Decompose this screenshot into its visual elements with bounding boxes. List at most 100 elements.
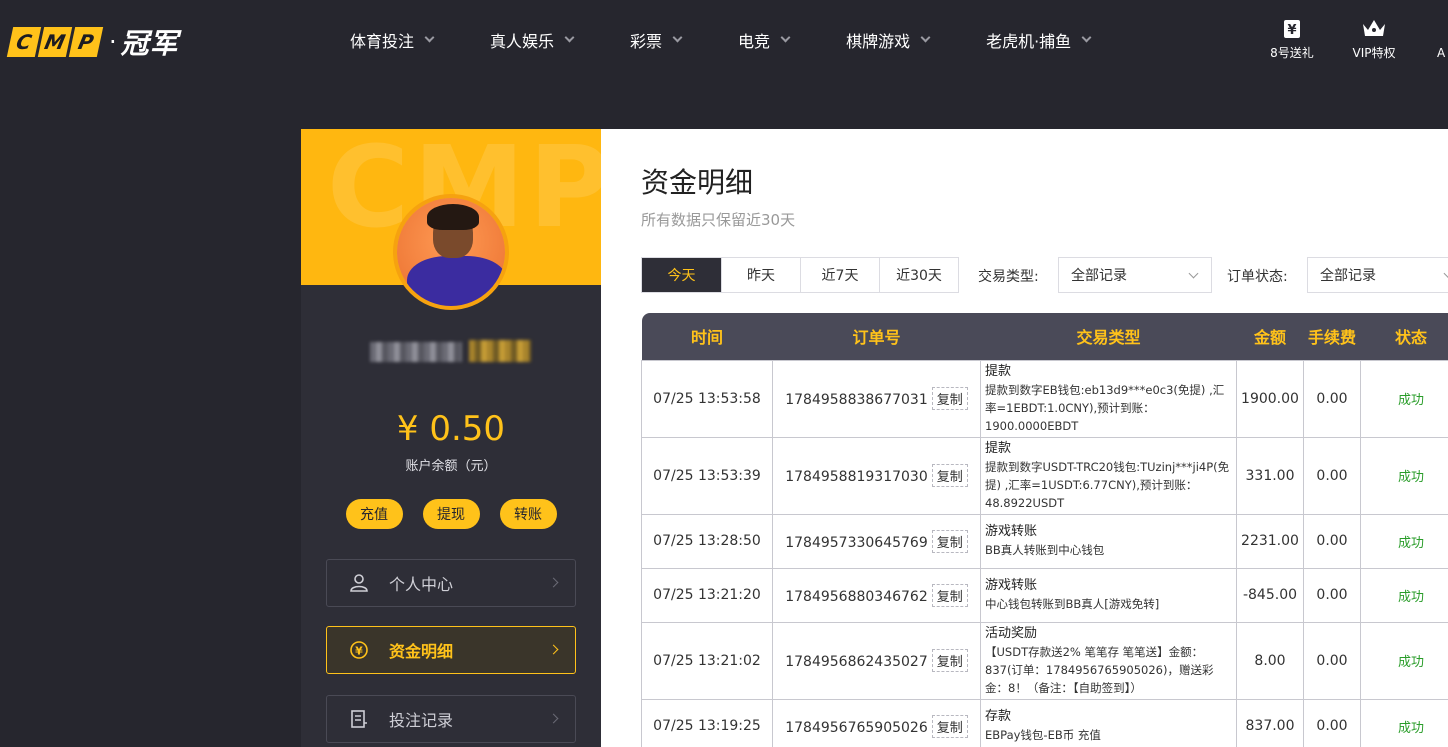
username-pixelated xyxy=(370,342,462,362)
copy-button[interactable]: 复制 xyxy=(931,529,968,553)
order-number: 1784958838677031 xyxy=(785,392,928,408)
nav-item-slots[interactable]: 老虎机·捕鱼 xyxy=(986,28,1092,52)
gift-link-label: 8号送礼 xyxy=(1270,46,1314,60)
svg-text:¥: ¥ xyxy=(1287,23,1296,38)
cell-amount: 2231.00 xyxy=(1236,513,1304,569)
type-main: 存款 xyxy=(985,709,1012,724)
order-number: 1784958819317030 xyxy=(785,469,928,485)
cell-fee: 0.00 xyxy=(1303,698,1361,747)
sidebar-item-bets[interactable]: 投注记录 xyxy=(326,695,576,743)
status-badge: 成功 xyxy=(1360,621,1448,700)
chevron-down-icon xyxy=(920,32,931,43)
table-row: 07/25 13:21:20 1784956880346762 复制 游戏转账 中心… xyxy=(641,567,1448,623)
chevron-down-icon xyxy=(780,32,791,43)
nav-label: 棋牌游戏 xyxy=(846,32,911,51)
page-subtitle: 所有数据只保留近30天 xyxy=(641,211,796,229)
cell-amount: 837.00 xyxy=(1236,698,1304,747)
nav-label: 电竞 xyxy=(738,32,771,51)
gift-link[interactable]: ¥ 8号送礼 xyxy=(1262,18,1322,61)
tab-yesterday[interactable]: 昨天 xyxy=(721,258,800,292)
cell-order: 1784956880346762 复制 xyxy=(772,567,981,623)
copy-button[interactable]: 复制 xyxy=(931,583,968,607)
cell-fee: 0.00 xyxy=(1303,359,1361,438)
status-badge: 成功 xyxy=(1360,359,1448,438)
nav-item-sports[interactable]: 体育投注 xyxy=(350,28,435,52)
type-main: 游戏转账 xyxy=(985,524,1038,539)
site-logo[interactable]: C M P · 冠军 xyxy=(6,22,179,62)
logo-dot: · xyxy=(109,28,117,56)
type-detail: 提款到数字EB钱包:eb13d9***e0c3(免提) ,汇率=1EBDT:1.… xyxy=(985,382,1225,433)
cell-amount: 1900.00 xyxy=(1236,359,1304,438)
cell-type: 游戏转账 中心钱包转账到BB真人[游戏免转] xyxy=(980,567,1237,623)
copy-button[interactable]: 复制 xyxy=(931,387,968,410)
tab-30-days[interactable]: 近30天 xyxy=(879,258,958,292)
cell-type: 提款 提款到数字USDT-TRC20钱包:TUzinj***ji4P(免提) ,汇… xyxy=(980,436,1237,515)
deposit-button[interactable]: 充值 xyxy=(345,499,403,529)
nav-item-lottery[interactable]: 彩票 xyxy=(630,28,683,52)
type-detail: 【USDT存款送2% 笔笔存 笔笔送】金额：837(订单：17849567659… xyxy=(985,644,1214,695)
nav-label: 真人娱乐 xyxy=(490,32,555,51)
order-number: 1784956880346762 xyxy=(785,588,928,605)
status-badge: 成功 xyxy=(1360,698,1448,747)
type-filter-select[interactable]: 全部记录 xyxy=(1058,257,1212,293)
col-header-amount: 金额 xyxy=(1236,313,1304,360)
balance-amount: ¥ 0.50 xyxy=(396,409,506,449)
cell-fee: 0.00 xyxy=(1303,621,1361,700)
sidebar-item-label: 资金明细 xyxy=(389,642,454,661)
type-filter-label: 交易类型: xyxy=(978,269,1039,285)
vip-link[interactable]: VIP特权 xyxy=(1344,18,1404,61)
tab-today[interactable]: 今天 xyxy=(642,258,721,292)
cell-order: 1784958819317030 复制 xyxy=(772,436,981,515)
cell-time: 07/25 13:28:50 xyxy=(641,513,773,569)
nav-item-esports[interactable]: 电竞 xyxy=(738,28,791,52)
page-title: 资金明细 xyxy=(641,166,754,199)
cell-amount: -845.00 xyxy=(1236,567,1304,623)
sidebar-item-label: 投注记录 xyxy=(389,711,454,730)
type-main: 游戏转账 xyxy=(985,578,1038,593)
logo-letter: C xyxy=(6,27,42,57)
copy-button[interactable]: 复制 xyxy=(931,464,968,487)
cell-order: 1784957330645769 复制 xyxy=(772,513,981,569)
type-main: 提款 xyxy=(985,363,1012,379)
chevron-right-icon xyxy=(548,713,559,724)
cell-type: 提款提款到数字EB钱包:eb13d9***e0c3(免提) ,汇率=1EBDT:… xyxy=(980,359,1237,438)
cell-fee: 0.00 xyxy=(1303,436,1361,515)
status-filter-label: 订单状态: xyxy=(1227,269,1288,285)
chevron-down-icon xyxy=(1188,268,1199,279)
withdraw-button[interactable]: 提现 xyxy=(422,499,480,529)
chevron-down-icon xyxy=(564,32,575,43)
chevron-down-icon xyxy=(1443,268,1448,279)
status-filter-select[interactable]: 全部记录 xyxy=(1307,257,1448,293)
cell-order: 1784956862435027 复制 xyxy=(772,621,981,700)
tab-7-days[interactable]: 近7天 xyxy=(800,258,879,292)
nav-right-links: ¥ 8号送礼 VIP特权 xyxy=(1262,18,1426,61)
copy-button[interactable]: 复制 xyxy=(931,649,968,672)
nav-item-cards[interactable]: 棋牌游戏 xyxy=(846,28,931,52)
vip-badge-pixelated xyxy=(469,340,531,362)
chevron-right-icon xyxy=(548,644,559,655)
cell-type: 存款 EBPay钱包-EB币 充值 xyxy=(980,698,1237,747)
nav-right-cut-label[interactable]: A xyxy=(1437,46,1445,60)
table-row: 07/25 13:21:02 1784956862435027 复制 活动奖励 【U… xyxy=(641,621,1448,700)
cell-time: 07/25 13:21:02 xyxy=(641,621,773,700)
nav-item-live[interactable]: 真人娱乐 xyxy=(490,28,575,52)
sidebar-item-funds[interactable]: ¥ 资金明细 xyxy=(326,626,576,674)
cell-type: 游戏转账 BB真人转账到中心钱包 xyxy=(980,513,1237,569)
chevron-down-icon xyxy=(672,32,683,43)
cell-order: 1784958838677031 复制 xyxy=(772,359,981,438)
table-row: 07/25 13:53:39 1784958819317030 复制 提款 提款到数… xyxy=(641,436,1448,515)
col-header-time: 时间 xyxy=(641,313,773,360)
transfer-button[interactable]: 转账 xyxy=(499,499,557,529)
copy-button[interactable]: 复制 xyxy=(931,714,968,738)
vip-link-label: VIP特权 xyxy=(1352,46,1396,60)
cell-time: 07/25 13:53:58 xyxy=(641,359,773,438)
sidebar-item-profile[interactable]: 个人中心 xyxy=(326,559,576,607)
funds-table: 时间 订单号 交易类型 金额 手续费 状态 07/25 13:53:58 178… xyxy=(641,313,1448,747)
cell-order: 1784956765905026 复制 xyxy=(772,698,981,747)
chevron-down-icon xyxy=(1081,32,1092,43)
avatar[interactable] xyxy=(393,194,509,310)
funds-detail-panel: 资金明细 所有数据只保留近30天 今天 昨天 近7天 近30天 交易类型: 全部… xyxy=(601,129,1448,747)
svg-text:¥: ¥ xyxy=(355,645,363,658)
nav-label: 老虎机·捕鱼 xyxy=(986,32,1072,51)
balance-label: 账户余额（元） xyxy=(405,459,497,474)
